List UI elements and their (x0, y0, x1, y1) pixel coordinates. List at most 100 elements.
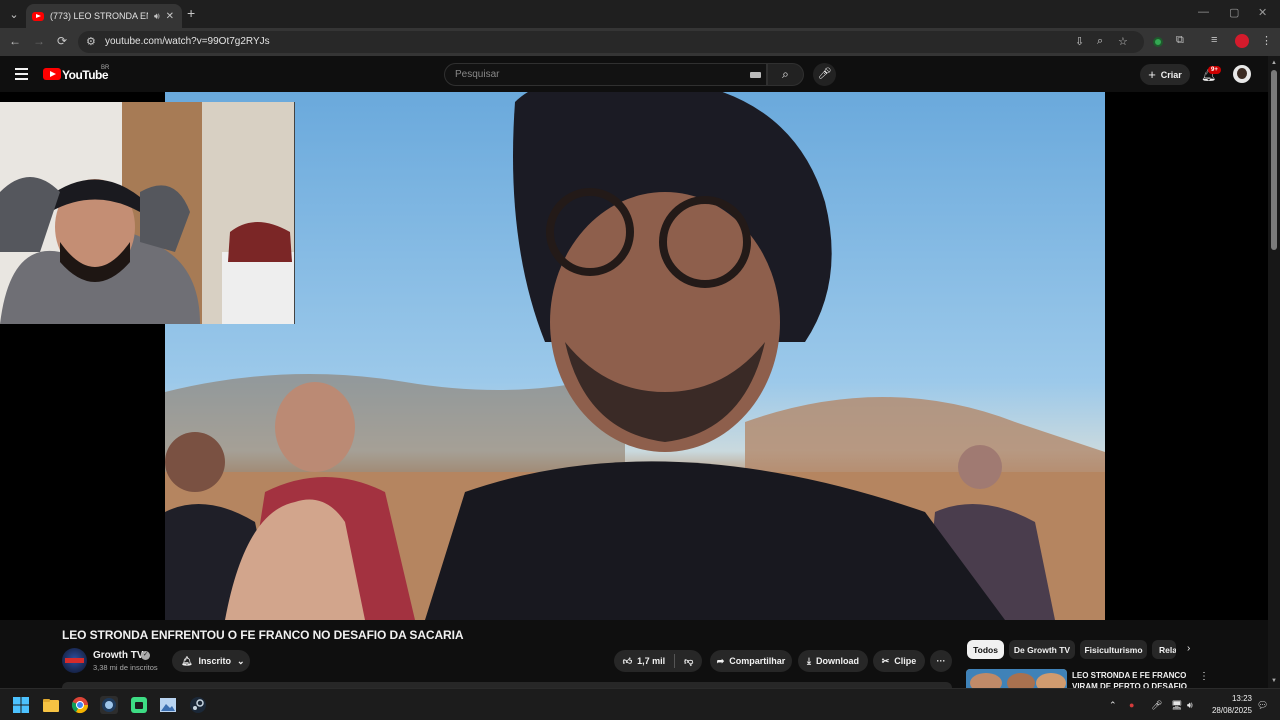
tray-chevron-up-icon[interactable]: ⌃ (1109, 700, 1117, 711)
verified-badge-icon: ✓ (141, 651, 150, 660)
like-count: 1,7 mil (637, 656, 666, 666)
user-avatar[interactable] (1233, 65, 1251, 83)
thumbs-up-icon: 👍︎ (622, 655, 633, 666)
volume-icon[interactable]: 🔊︎ (1187, 700, 1193, 711)
share-button[interactable]: ➦ Compartilhar (710, 650, 792, 672)
media-controls-icon[interactable]: ≡ (1211, 34, 1217, 46)
maximize-icon[interactable]: ▢ (1229, 6, 1239, 19)
youtube-favicon-icon (32, 11, 44, 21)
browser-tab-strip: ⌄ (773) LEO STRONDA ENFRENTOU O FE FRANC… (0, 0, 1280, 28)
search-input[interactable]: Pesquisar (444, 63, 767, 86)
new-tab-button[interactable]: + (187, 5, 195, 21)
tab-search-chevron-icon[interactable]: ⌄ (4, 4, 24, 24)
dislike-button[interactable]: 👎︎ (684, 656, 693, 667)
create-label: Criar (1160, 69, 1182, 80)
windows-start-icon[interactable] (12, 696, 30, 714)
browser-tab[interactable]: (773) LEO STRONDA ENFRENTOU O FE FRANCO … (26, 4, 182, 28)
profile-icon[interactable] (1235, 34, 1249, 48)
video-frame-image (165, 92, 1105, 620)
voice-search-button[interactable]: 🎤︎ (813, 63, 836, 86)
speaker-icon[interactable]: 🔊︎ (154, 11, 160, 22)
more-actions-button[interactable]: ··· (930, 650, 952, 672)
video-title: LEO STRONDA ENFRENTOU O FE FRANCO NO DES… (62, 628, 464, 642)
like-divider (674, 654, 676, 668)
chrome-icon[interactable] (71, 696, 89, 714)
windows-taskbar: ⌃ ● 🎤︎ 🖥︎ 🔊︎ 13:23 28/08/2025 💬︎ (0, 688, 1280, 720)
recommendation-thumbnail[interactable] (966, 669, 1067, 688)
subscribed-label: Inscrito (198, 656, 231, 666)
tray-app-icon[interactable]: ● (1129, 700, 1134, 710)
chip-bodybuilding[interactable]: Fisiculturismo (1080, 640, 1147, 659)
chevron-right-icon[interactable]: › (1187, 643, 1190, 654)
like-button[interactable]: 👍︎ 1,7 mil (623, 656, 665, 667)
search-button[interactable]: ⌕ (767, 63, 804, 86)
browser-toolbar: ← → ⟳ ⚙︎ youtube.com/watch?v=99Ot7g2RYJs… (0, 28, 1280, 56)
create-button[interactable]: + Criar (1140, 64, 1190, 85)
recommendation-title[interactable]: LEO STRONDA E FE FRANCO VIRAM DE PERTO O… (1072, 670, 1188, 688)
scroll-down-icon[interactable]: ▼ (1271, 678, 1277, 684)
clock-date[interactable]: 28/08/2025 (1206, 706, 1252, 715)
microphone-icon: 🎤︎ (817, 68, 832, 80)
address-bar[interactable]: ⚙︎ youtube.com/watch?v=99Ot7g2RYJs ⇩ ⌕ ☆ (78, 31, 1144, 53)
extensions-icon[interactable]: ⧉ (1176, 34, 1184, 47)
channel-name[interactable]: Growth TV (93, 650, 144, 661)
obs-studio-icon[interactable] (100, 696, 118, 714)
scissors-icon: ✂ (881, 655, 890, 666)
subscriber-count: 3,38 mi de inscritos (93, 663, 158, 672)
scroll-up-icon[interactable]: ▲ (1271, 60, 1277, 66)
site-info-icon[interactable]: ⚙︎ (86, 35, 96, 48)
tray-microphone-icon[interactable]: 🎤︎ (1151, 700, 1162, 711)
like-dislike-group: 👍︎ 1,7 mil 👎︎ (614, 650, 702, 672)
more-icon: ··· (936, 656, 946, 666)
video-player[interactable] (0, 92, 1268, 620)
chip-from-channel[interactable]: De Growth TV (1009, 640, 1075, 659)
thumbs-down-icon: 👎︎ (684, 655, 694, 666)
file-explorer-icon[interactable] (42, 696, 60, 714)
video-frame[interactable] (165, 92, 1105, 620)
image-viewer-icon[interactable] (159, 696, 177, 714)
download-button[interactable]: ⤓ Download (798, 650, 868, 672)
clock-time[interactable]: 13:23 (1226, 694, 1252, 703)
notification-center-icon[interactable]: 💬︎ (1257, 700, 1268, 711)
youtube-masthead: YouTube BR Pesquisar ⌕ 🎤︎ + Criar 🔔︎ 9+ (0, 56, 1280, 92)
download-icon: ⤓ (807, 655, 811, 666)
tab-title: (773) LEO STRONDA ENFRENTOU O FE FRANCO … (50, 11, 148, 21)
share-icon: ➦ (716, 655, 725, 666)
install-app-icon[interactable]: ⇩ (1075, 35, 1084, 48)
close-window-icon[interactable]: ✕ (1258, 6, 1267, 19)
tab-close-icon[interactable]: ✕ (166, 11, 174, 22)
country-code: BR (101, 65, 110, 71)
share-label: Compartilhar (729, 656, 786, 666)
facecam-image (0, 102, 294, 324)
youtube-logo-icon[interactable] (43, 68, 61, 80)
extension-green-icon[interactable] (1153, 37, 1163, 47)
search-icon: ⌕ (782, 67, 789, 81)
chip-related[interactable]: Rela (1152, 640, 1176, 659)
scrollbar-thumb[interactable] (1271, 70, 1277, 250)
recommendation-menu-icon[interactable]: ⋮ (1199, 671, 1209, 682)
reload-icon[interactable]: ⟳ (57, 34, 67, 48)
download-label: Download (815, 656, 859, 666)
url-text[interactable]: youtube.com/watch?v=99Ot7g2RYJs (105, 36, 270, 47)
notifications-badge: 9+ (1208, 66, 1221, 74)
recommendation-thumbnail-image (966, 669, 1067, 688)
minimize-icon[interactable]: — (1198, 6, 1209, 18)
page-scrollbar[interactable]: ▲ ▼ (1268, 56, 1280, 688)
chip-all[interactable]: Todos (967, 640, 1004, 659)
facecam-overlay (0, 102, 295, 324)
subscribed-button[interactable]: 🔔︎ Inscrito ⌄ (172, 650, 250, 672)
keyboard-icon[interactable] (750, 72, 761, 78)
steam-icon[interactable] (189, 696, 207, 714)
plus-icon: + (1148, 67, 1156, 82)
forward-icon[interactable]: → (33, 34, 45, 48)
zoom-icon[interactable]: ⌕ (1097, 35, 1103, 48)
bookmark-star-icon[interactable]: ☆ (1118, 35, 1128, 48)
browser-menu-icon[interactable]: ⋮ (1261, 34, 1272, 47)
network-icon[interactable]: 🖥︎ (1171, 700, 1182, 711)
hamburger-menu-icon[interactable] (15, 68, 28, 83)
chevron-down-icon: ⌄ (236, 655, 245, 666)
clip-button[interactable]: ✂ Clipe (873, 650, 925, 672)
back-icon[interactable]: ← (9, 34, 21, 48)
android-app-icon[interactable] (130, 696, 148, 714)
channel-avatar[interactable] (62, 648, 87, 673)
